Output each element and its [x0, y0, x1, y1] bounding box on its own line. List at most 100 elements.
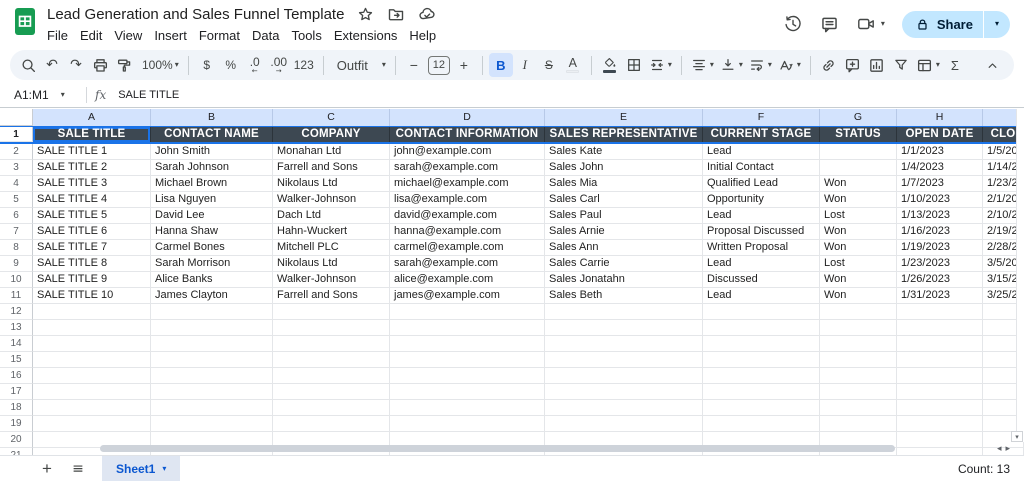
menu-tools[interactable]: Tools	[285, 27, 327, 44]
menu-extensions[interactable]: Extensions	[328, 27, 404, 44]
header-cell-G1[interactable]: STATUS	[820, 127, 897, 142]
insert-link-button[interactable]	[817, 53, 841, 77]
cell-F7[interactable]: Proposal Discussed	[703, 224, 820, 240]
cell-H13[interactable]	[897, 320, 983, 336]
cell-D18[interactable]	[390, 400, 545, 416]
cell-B4[interactable]: Michael Brown	[151, 176, 273, 192]
format-percent-button[interactable]: %	[219, 53, 243, 77]
cell-B18[interactable]	[151, 400, 273, 416]
cell-H16[interactable]	[897, 368, 983, 384]
cell-A12[interactable]	[33, 304, 151, 320]
cell-A18[interactable]	[33, 400, 151, 416]
column-header-F[interactable]: F	[703, 109, 820, 126]
cell-B10[interactable]: Alice Banks	[151, 272, 273, 288]
functions-button[interactable]: Σ	[943, 53, 967, 77]
increase-font-size-button[interactable]: +	[452, 53, 476, 77]
cell-H8[interactable]: 1/19/2023	[897, 240, 983, 256]
cell-A7[interactable]: SALE TITLE 6	[33, 224, 151, 240]
cell-C7[interactable]: Hahn-Wuckert	[273, 224, 390, 240]
cell-D19[interactable]	[390, 416, 545, 432]
sheets-logo-icon[interactable]	[14, 7, 36, 41]
row-header-14[interactable]: 14	[0, 336, 33, 352]
fill-color-button[interactable]	[598, 53, 622, 77]
meet-video-button[interactable]: ▾	[856, 14, 885, 34]
header-cell-C1[interactable]: COMPANY	[273, 127, 390, 142]
cell-G2[interactable]	[820, 144, 897, 160]
cell-C3[interactable]: Farrell and Sons	[273, 160, 390, 176]
cell-C9[interactable]: Nikolaus Ltd	[273, 256, 390, 272]
row-header-7[interactable]: 7	[0, 224, 33, 240]
document-title[interactable]: Lead Generation and Sales Funnel Templat…	[47, 6, 344, 23]
cell-B14[interactable]	[151, 336, 273, 352]
cell-H18[interactable]	[897, 400, 983, 416]
cell-F15[interactable]	[703, 352, 820, 368]
header-cell-D1[interactable]: CONTACT INFORMATION	[390, 127, 545, 142]
row-header-12[interactable]: 12	[0, 304, 33, 320]
cell-D12[interactable]	[390, 304, 545, 320]
cell-E10[interactable]: Sales Jonatahn	[545, 272, 703, 288]
menu-file[interactable]: File	[41, 27, 74, 44]
cell-A11[interactable]: SALE TITLE 10	[33, 288, 151, 304]
cell-E8[interactable]: Sales Ann	[545, 240, 703, 256]
row-header-16[interactable]: 16	[0, 368, 33, 384]
cell-H11[interactable]: 1/31/2023	[897, 288, 983, 304]
row-header-5[interactable]: 5	[0, 192, 33, 208]
cell-H2[interactable]: 1/1/2023	[897, 144, 983, 160]
cell-E11[interactable]: Sales Beth	[545, 288, 703, 304]
search-menus-button[interactable]	[16, 53, 40, 77]
cell-D10[interactable]: alice@example.com	[390, 272, 545, 288]
number-format-button[interactable]: 123	[291, 53, 317, 77]
cell-G4[interactable]: Won	[820, 176, 897, 192]
cell-G3[interactable]	[820, 160, 897, 176]
cell-B8[interactable]: Carmel Bones	[151, 240, 273, 256]
cell-H21[interactable]	[897, 448, 983, 455]
cell-A13[interactable]	[33, 320, 151, 336]
star-icon[interactable]	[357, 6, 374, 23]
redo-button[interactable]: ↷	[64, 53, 88, 77]
cell-H6[interactable]: 1/13/2023	[897, 208, 983, 224]
cell-C6[interactable]: Dach Ltd	[273, 208, 390, 224]
header-cell-B1[interactable]: CONTACT NAME	[151, 127, 273, 142]
italic-button[interactable]: I	[513, 53, 537, 77]
menu-help[interactable]: Help	[403, 27, 442, 44]
add-sheet-button[interactable]: +	[36, 458, 58, 480]
cell-E9[interactable]: Sales Carrie	[545, 256, 703, 272]
row-header-18[interactable]: 18	[0, 400, 33, 416]
cell-C2[interactable]: Monahan Ltd	[273, 144, 390, 160]
cell-A5[interactable]: SALE TITLE 4	[33, 192, 151, 208]
font-size-input[interactable]: 12	[427, 55, 450, 75]
decrease-font-size-button[interactable]: −	[402, 53, 426, 77]
cell-H7[interactable]: 1/16/2023	[897, 224, 983, 240]
cell-D13[interactable]	[390, 320, 545, 336]
cell-H12[interactable]	[897, 304, 983, 320]
cell-F2[interactable]: Lead	[703, 144, 820, 160]
cell-F13[interactable]	[703, 320, 820, 336]
cell-B12[interactable]	[151, 304, 273, 320]
decrease-decimal-button[interactable]: .0 ←	[243, 53, 267, 77]
menu-format[interactable]: Format	[193, 27, 246, 44]
version-history-icon[interactable]	[783, 14, 803, 34]
cell-A2[interactable]: SALE TITLE 1	[33, 144, 151, 160]
cell-B3[interactable]: Sarah Johnson	[151, 160, 273, 176]
cell-G12[interactable]	[820, 304, 897, 320]
vertical-scroll-down-icon[interactable]: ▾	[1011, 431, 1023, 442]
cell-D5[interactable]: lisa@example.com	[390, 192, 545, 208]
cell-C17[interactable]	[273, 384, 390, 400]
hide-menus-button[interactable]	[980, 53, 1004, 77]
cell-D15[interactable]	[390, 352, 545, 368]
cell-C13[interactable]	[273, 320, 390, 336]
cell-A17[interactable]	[33, 384, 151, 400]
cell-C16[interactable]	[273, 368, 390, 384]
column-header-D[interactable]: D	[390, 109, 545, 126]
header-cell-E1[interactable]: SALES REPRESENTATIVE	[545, 127, 703, 142]
cell-C11[interactable]: Farrell and Sons	[273, 288, 390, 304]
cell-B5[interactable]: Lisa Nguyen	[151, 192, 273, 208]
cell-E5[interactable]: Sales Carl	[545, 192, 703, 208]
cell-H20[interactable]	[897, 432, 983, 448]
row-header-2[interactable]: 2	[0, 144, 33, 160]
move-to-folder-icon[interactable]	[387, 5, 405, 23]
cell-F3[interactable]: Initial Contact	[703, 160, 820, 176]
row-header-19[interactable]: 19	[0, 416, 33, 432]
cell-F5[interactable]: Opportunity	[703, 192, 820, 208]
cell-F9[interactable]: Lead	[703, 256, 820, 272]
